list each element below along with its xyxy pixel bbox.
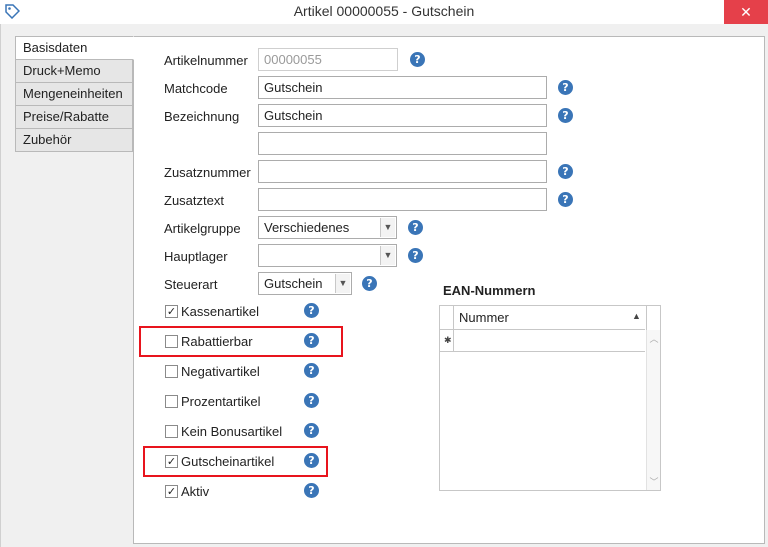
ean-title: EAN-Nummern xyxy=(443,283,536,298)
help-icon[interactable]: ? xyxy=(304,303,319,318)
scroll-up-icon[interactable]: ︿ xyxy=(647,332,661,345)
gutscheinartikel-label: Gutscheinartikel xyxy=(181,454,275,469)
negativartikel-checkbox[interactable] xyxy=(165,365,178,378)
chevron-down-icon[interactable]: ▼ xyxy=(380,218,395,237)
grid-corner xyxy=(646,306,660,330)
help-icon[interactable]: ? xyxy=(410,52,425,67)
help-icon[interactable]: ? xyxy=(558,80,573,95)
ean-grid-header: Nummer ▲ xyxy=(440,306,645,330)
title-bar: Artikel 00000055 - Gutschein ✕ xyxy=(0,0,768,24)
hauptlager-select[interactable]: ▼ xyxy=(258,244,397,267)
chevron-down-icon[interactable]: ▼ xyxy=(380,246,395,265)
artikelgruppe-label: Artikelgruppe xyxy=(164,221,241,236)
help-icon[interactable]: ? xyxy=(304,363,319,378)
artikelnummer-field: 00000055 xyxy=(258,48,398,71)
gutscheinartikel-checkbox[interactable]: ✓ xyxy=(165,455,178,468)
tab-druck-memo[interactable]: Druck+Memo xyxy=(15,60,133,83)
tab-basisdaten[interactable]: Basisdaten xyxy=(15,36,134,60)
tab-preise-rabatte[interactable]: Preise/Rabatte xyxy=(15,106,133,129)
help-icon[interactable]: ? xyxy=(362,276,377,291)
artikelgruppe-value: Verschiedenes xyxy=(264,220,350,235)
steuerart-select[interactable]: Gutschein ▼ xyxy=(258,272,352,295)
help-icon[interactable]: ? xyxy=(304,423,319,438)
help-icon[interactable]: ? xyxy=(304,333,319,348)
zusatztext-field[interactable] xyxy=(258,188,547,211)
tab-mengeneinheiten[interactable]: Mengeneinheiten xyxy=(15,83,133,106)
zusatznummer-field[interactable] xyxy=(258,160,547,183)
vertical-scrollbar[interactable]: ︿ ﹀ xyxy=(646,330,660,490)
basisdaten-panel: Artikelnummer 00000055 ? Matchcode Gutsc… xyxy=(133,36,765,544)
tab-list: Basisdaten Druck+Memo Mengeneinheiten Pr… xyxy=(15,36,134,152)
aktiv-label: Aktiv xyxy=(181,484,210,499)
help-icon[interactable]: ? xyxy=(408,220,423,235)
new-row[interactable]: ✱ xyxy=(440,330,645,352)
prozentartikel-label: Prozentartikel xyxy=(181,394,261,409)
steuerart-label: Steuerart xyxy=(164,277,218,292)
window-body: Basisdaten Druck+Memo Mengeneinheiten Pr… xyxy=(0,24,768,547)
artikelnummer-label: Artikelnummer xyxy=(164,53,248,68)
help-icon[interactable]: ? xyxy=(304,453,319,468)
matchcode-label: Matchcode xyxy=(164,81,228,96)
help-icon[interactable]: ? xyxy=(304,393,319,408)
bezeichnung-field[interactable]: Gutschein xyxy=(258,104,547,127)
window-title: Artikel 00000055 - Gutschein xyxy=(293,3,475,19)
help-icon[interactable]: ? xyxy=(558,192,573,207)
tab-zubehoer[interactable]: Zubehör xyxy=(15,129,133,152)
zusatznummer-label: Zusatznummer xyxy=(164,165,251,180)
hauptlager-label: Hauptlager xyxy=(164,249,228,264)
matchcode-field[interactable]: Gutschein xyxy=(258,76,547,99)
new-row-icon: ✱ xyxy=(444,335,452,345)
zusatztext-label: Zusatztext xyxy=(164,193,224,208)
kassenartikel-checkbox[interactable]: ✓ xyxy=(165,305,178,318)
help-icon[interactable]: ? xyxy=(558,108,573,123)
ean-grid[interactable]: Nummer ▲ ✱ ︿ ﹀ xyxy=(439,305,661,491)
negativartikel-label: Negativartikel xyxy=(181,364,260,379)
prozentartikel-checkbox[interactable] xyxy=(165,395,178,408)
scroll-down-icon[interactable]: ﹀ xyxy=(647,475,661,488)
rabattierbar-checkbox[interactable] xyxy=(165,335,178,348)
artikelgruppe-select[interactable]: Verschiedenes ▼ xyxy=(258,216,397,239)
aktiv-checkbox[interactable]: ✓ xyxy=(165,485,178,498)
chevron-down-icon[interactable]: ▼ xyxy=(335,274,350,293)
column-header-nummer[interactable]: Nummer xyxy=(459,310,509,325)
help-icon[interactable]: ? xyxy=(408,248,423,263)
kein-bonusartikel-checkbox[interactable] xyxy=(165,425,178,438)
steuerart-value: Gutschein xyxy=(264,276,323,291)
rabattierbar-label: Rabattierbar xyxy=(181,334,253,349)
row-header-column xyxy=(440,306,454,329)
bezeichnung2-field[interactable] xyxy=(258,132,547,155)
sort-ascending-icon: ▲ xyxy=(632,311,641,321)
help-icon[interactable]: ? xyxy=(558,164,573,179)
bezeichnung-label: Bezeichnung xyxy=(164,109,240,124)
kein-bonusartikel-label: Kein Bonusartikel xyxy=(181,424,283,439)
kassenartikel-label: Kassenartikel xyxy=(181,304,260,319)
close-button[interactable]: ✕ xyxy=(724,0,768,24)
help-icon[interactable]: ? xyxy=(304,483,319,498)
